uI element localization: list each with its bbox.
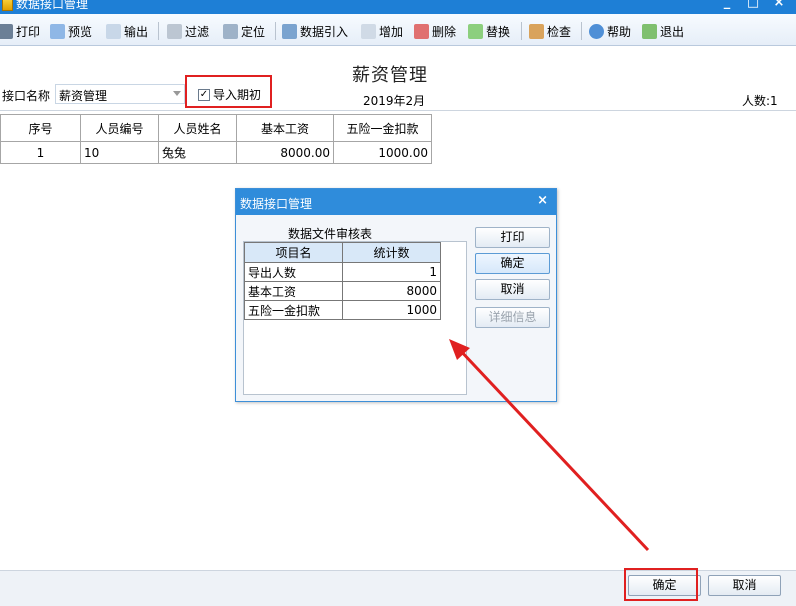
window-titlebar: 数据接口管理 _ □ × — [0, 0, 796, 14]
data-import-label: 数据引入 — [300, 24, 349, 39]
table-cell[interactable]: 1000.00 — [333, 141, 432, 164]
window-title: 数据接口管理 — [16, 0, 89, 11]
check-button[interactable]: 检查 — [529, 21, 571, 41]
table-row[interactable]: 导出人数 1 — [244, 262, 441, 282]
maximize-button[interactable]: □ — [745, 0, 761, 11]
add-icon — [361, 23, 376, 39]
dialog-details-button[interactable]: 详细信息 — [475, 307, 550, 328]
interface-name-select[interactable]: 薪资管理 — [55, 84, 185, 104]
column-header[interactable]: 序号 — [0, 114, 81, 142]
highlight-annotation — [185, 75, 272, 108]
delete-label: 删除 — [432, 24, 457, 39]
data-import-button[interactable]: 数据引入 — [282, 21, 348, 41]
table-cell[interactable]: 8000.00 — [236, 141, 334, 164]
period-label: 2019年2月 — [363, 94, 426, 108]
highlight-annotation — [624, 568, 698, 601]
print-button[interactable]: 打印 — [0, 21, 40, 41]
help-icon — [589, 23, 604, 39]
table-cell: 1 — [342, 262, 441, 282]
interface-name-value: 薪资管理 — [59, 89, 108, 103]
column-header[interactable]: 基本工资 — [236, 114, 334, 142]
table-cell: 8000 — [342, 281, 441, 301]
locate-icon — [223, 23, 238, 39]
dialog-print-button[interactable]: 打印 — [475, 227, 550, 248]
printer-icon — [0, 23, 13, 39]
add-label: 增加 — [379, 24, 404, 39]
toolbar-divider — [581, 22, 582, 40]
salary-table: 序号 人员编号 人员姓名 基本工资 五险一金扣款 1 10 兔兔 8000.00… — [0, 114, 432, 164]
exit-button[interactable]: 退出 — [642, 21, 684, 41]
dialog-ok-button[interactable]: 确定 — [475, 253, 550, 274]
add-button[interactable]: 增加 — [361, 21, 403, 41]
export-button[interactable]: 输出 — [106, 21, 148, 41]
data-interface-dialog: 数据接口管理 × 数据文件审核表 项目名 统计数 导出人数 1 基本工资 800… — [235, 188, 557, 402]
toolbar-divider — [521, 22, 522, 40]
data-import-icon — [282, 23, 297, 39]
filter-icon — [167, 23, 182, 39]
dialog-title: 数据接口管理 — [240, 197, 313, 211]
check-label: 检查 — [547, 24, 572, 39]
delete-icon — [414, 23, 429, 39]
toolbar-divider — [275, 22, 276, 40]
exit-label: 退出 — [660, 24, 685, 39]
filter-button[interactable]: 过滤 — [167, 21, 209, 41]
column-header: 统计数 — [342, 242, 441, 263]
headcount-label: 人数:1 — [742, 94, 778, 108]
app-icon — [2, 0, 13, 11]
table-cell: 导出人数 — [244, 262, 343, 282]
help-button[interactable]: 帮助 — [589, 21, 631, 41]
export-label: 输出 — [124, 24, 149, 39]
table-cell: 五险一金扣款 — [244, 300, 343, 320]
cancel-button[interactable]: 取消 — [708, 575, 781, 596]
minimize-button[interactable]: _ — [719, 0, 735, 11]
column-header[interactable]: 人员姓名 — [158, 114, 237, 142]
close-window-button[interactable]: × — [771, 0, 787, 11]
dialog-close-button[interactable]: × — [537, 193, 548, 208]
chevron-down-icon — [173, 91, 181, 96]
preview-button[interactable]: 预览 — [50, 21, 92, 41]
table-cell: 基本工资 — [244, 281, 343, 301]
table-cell[interactable]: 10 — [80, 141, 159, 164]
preview-label: 预览 — [68, 24, 93, 39]
table-cell[interactable]: 兔兔 — [158, 141, 237, 164]
filter-label: 过滤 — [185, 24, 210, 39]
page-title: 薪资管理 — [352, 65, 428, 86]
column-header: 项目名 — [244, 242, 343, 263]
table-cell[interactable]: 1 — [0, 141, 81, 164]
toolbar-divider — [158, 22, 159, 40]
interface-name-label: 接口名称 — [2, 89, 51, 103]
table-header-row: 序号 人员编号 人员姓名 基本工资 五险一金扣款 — [0, 114, 432, 142]
audit-table: 项目名 统计数 导出人数 1 基本工资 8000 五险一金扣款 1000 — [244, 242, 441, 320]
check-icon — [529, 23, 544, 39]
help-label: 帮助 — [607, 24, 632, 39]
locate-button[interactable]: 定位 — [223, 21, 265, 41]
table-row[interactable]: 1 10 兔兔 8000.00 1000.00 — [0, 141, 432, 164]
delete-button[interactable]: 删除 — [414, 21, 456, 41]
audit-caption: 数据文件审核表 — [288, 227, 373, 241]
export-icon — [106, 23, 121, 39]
preview-icon — [50, 23, 65, 39]
replace-label: 替换 — [486, 24, 511, 39]
dialog-cancel-button[interactable]: 取消 — [475, 279, 550, 300]
replace-button[interactable]: 替换 — [468, 21, 510, 41]
table-cell: 1000 — [342, 300, 441, 320]
audit-panel: 项目名 统计数 导出人数 1 基本工资 8000 五险一金扣款 1000 — [243, 241, 467, 395]
replace-icon — [468, 23, 483, 39]
column-header[interactable]: 人员编号 — [80, 114, 159, 142]
exit-icon — [642, 23, 657, 39]
audit-header-row: 项目名 统计数 — [244, 242, 441, 263]
dialog-titlebar: 数据接口管理 × — [236, 189, 556, 215]
toolbar: 打印 预览 输出 过滤 定位 数据引入 增加 删除 替换 检查 帮助 退出 — [0, 14, 796, 46]
print-label: 打印 — [16, 24, 41, 39]
table-row[interactable]: 五险一金扣款 1000 — [244, 300, 441, 320]
table-row[interactable]: 基本工资 8000 — [244, 281, 441, 301]
column-header[interactable]: 五险一金扣款 — [333, 114, 432, 142]
locate-label: 定位 — [241, 24, 266, 39]
